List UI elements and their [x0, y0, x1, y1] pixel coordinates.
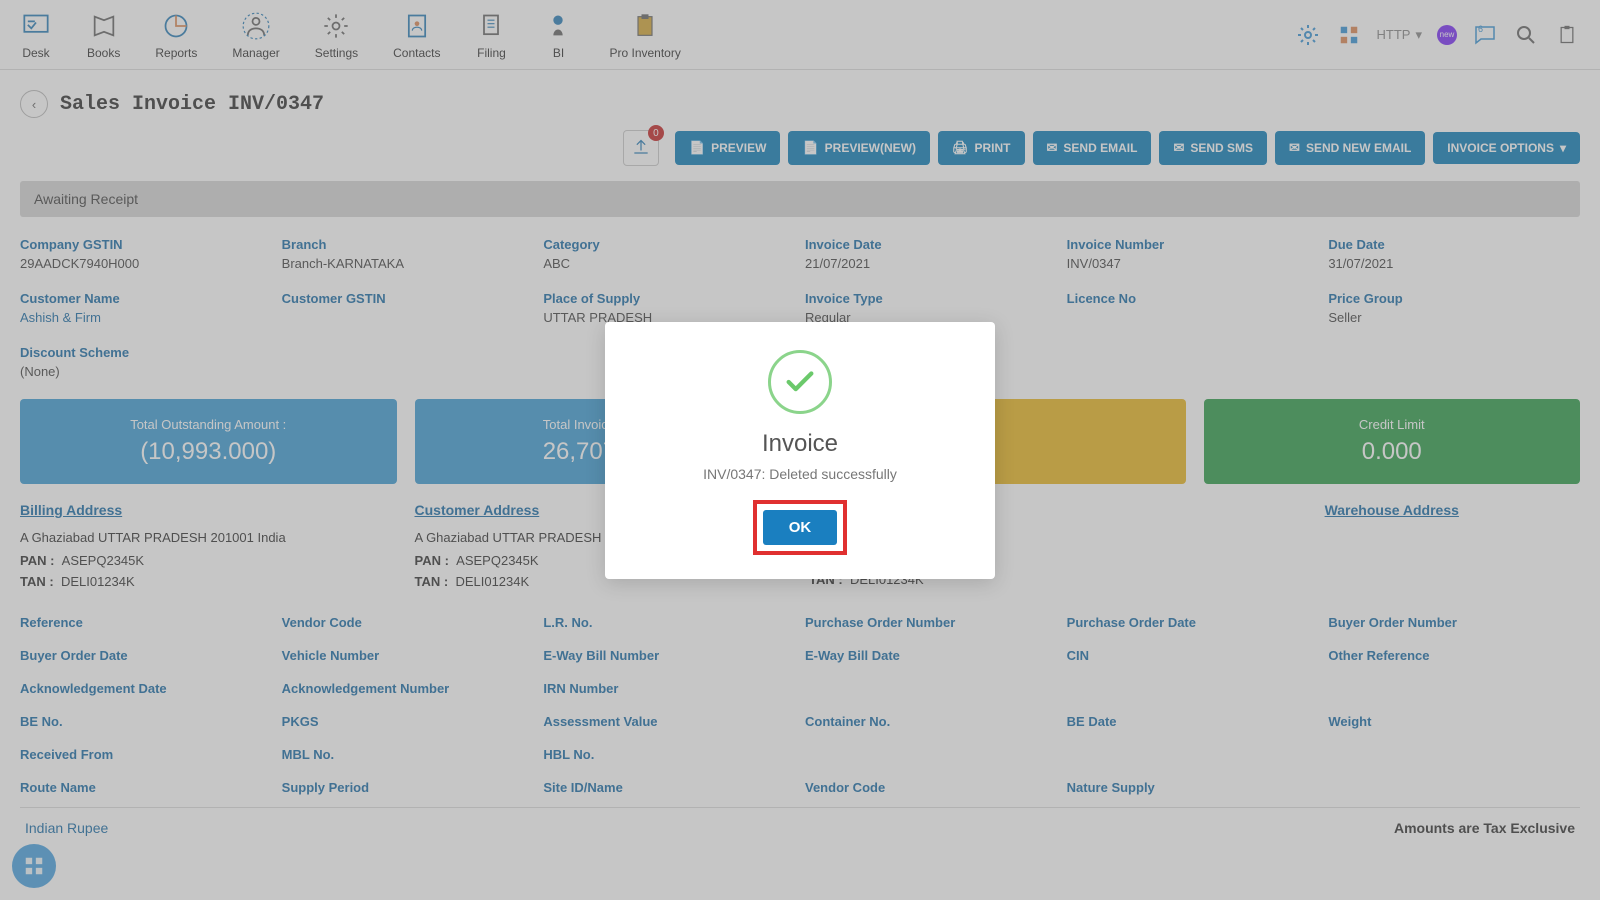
modal-overlay: Invoice INV/0347: Deleted successfully O… — [0, 0, 1600, 900]
success-modal: Invoice INV/0347: Deleted successfully O… — [605, 322, 995, 579]
modal-ok-highlight: OK — [753, 500, 848, 555]
modal-ok-button[interactable]: OK — [763, 510, 838, 545]
modal-message: INV/0347: Deleted successfully — [635, 466, 965, 482]
check-icon — [768, 350, 832, 414]
modal-title: Invoice — [635, 430, 965, 458]
